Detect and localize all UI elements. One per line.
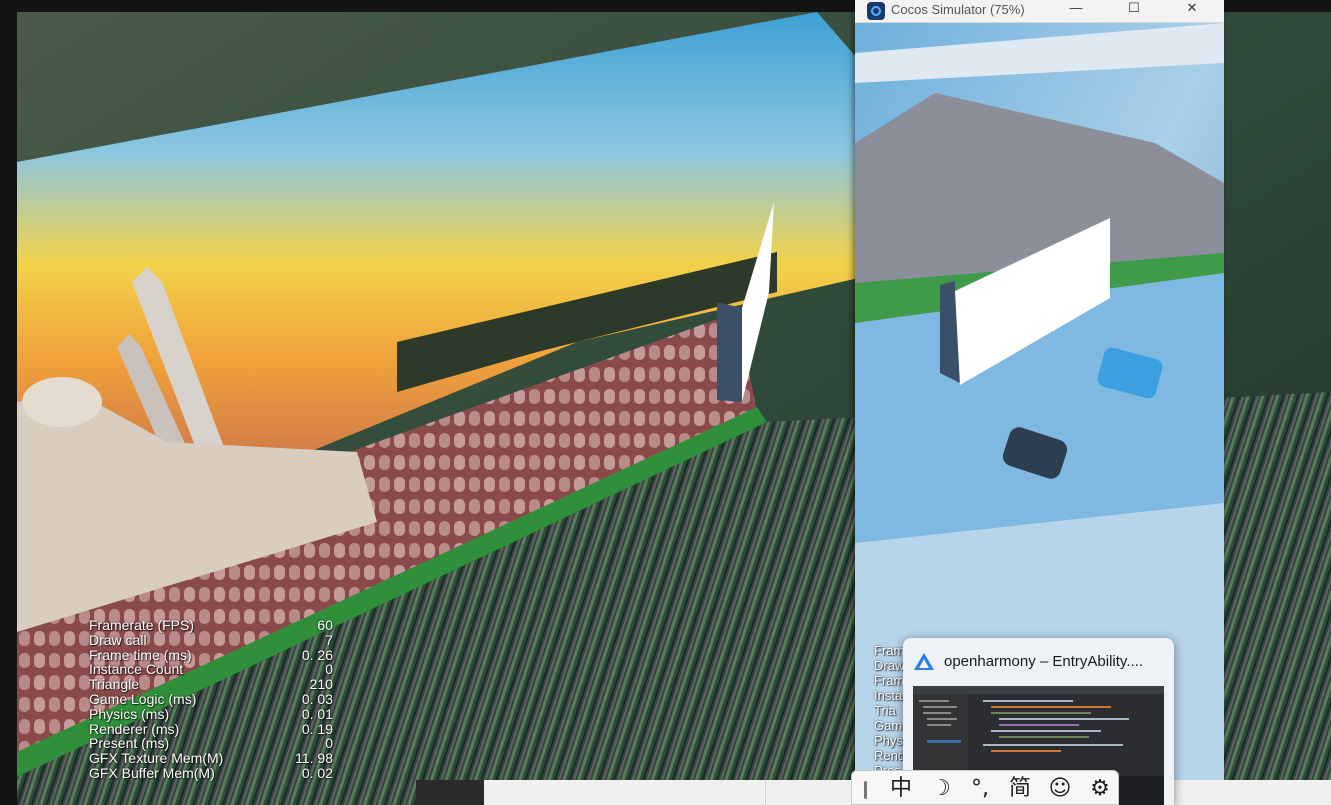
ime-chinese-mode[interactable]: 中 (886, 776, 916, 802)
stats-label: Frame time (ms) (89, 646, 192, 663)
stats-label: Triangle (89, 676, 140, 693)
stats-value: 210 (309, 676, 333, 693)
stats-label: Game Logic (ms) (89, 690, 197, 707)
stats-label: Physics (ms) (89, 705, 170, 722)
stats-value: 60 (317, 617, 333, 633)
stats-value: 7 (325, 631, 333, 648)
stats-label: Tria (874, 703, 896, 718)
simulator-titlebar[interactable]: Cocos Simulator (75%) — ☐ ✕ (855, 0, 1224, 23)
settings-icon[interactable]: ⚙ (1085, 776, 1115, 802)
stats-label: Rend (874, 748, 906, 763)
stats-label: Draw (874, 658, 905, 673)
close-button[interactable]: ✕ (1169, 0, 1215, 22)
stats-label: Instance Count (89, 661, 184, 678)
preview-title: openharmony – EntryAbility.... (944, 653, 1143, 670)
stats-label: Framerate (FPS) (89, 617, 195, 633)
maximize-button[interactable]: ☐ (1111, 0, 1157, 22)
stats-label: Fram (874, 673, 905, 688)
stats-row: Draw call 7 (89, 631, 333, 648)
stats-label: Insta (874, 688, 903, 703)
ime-punctuation[interactable]: °, (965, 776, 995, 802)
stats-label: Gam (874, 718, 903, 733)
cocos-app-icon (867, 2, 885, 20)
stats-value: 0. 02 (301, 764, 333, 781)
deveco-studio-icon (914, 653, 934, 670)
stats-value: 0. 19 (301, 720, 333, 737)
stats-label: Draw call (89, 631, 147, 648)
taskbar-divider (765, 780, 766, 805)
stats-row: Framerate (FPS) 60 (89, 618, 333, 633)
stats-row: GFX Buffer Mem(M) 0. 02 (89, 766, 333, 781)
stats-overlay: Framerate (FPS) 60 Draw call 7 Frame time (m… (89, 618, 333, 781)
emoji-icon[interactable]: ☺ (1045, 776, 1075, 802)
minimize-button[interactable]: — (1053, 0, 1099, 22)
stats-label: Present (ms) (89, 735, 170, 752)
window-title: Cocos Simulator (75%) (891, 2, 1025, 17)
ime-simplified[interactable]: 简 (1005, 776, 1035, 802)
stats-value: 0. 01 (301, 705, 333, 722)
stats-value: 0. 26 (301, 646, 333, 663)
ime-toolbar[interactable]: 中 ☽ °, 简 ☺ ⚙ (851, 770, 1119, 805)
taskbar-app-slot[interactable] (416, 780, 484, 805)
stats-row: Game Logic (ms) 0. 03 (89, 692, 333, 707)
stats-row: Physics (ms) 0. 01 (89, 705, 333, 722)
stats-value: 0 (325, 661, 333, 678)
stats-row: Instance Count 0 (89, 662, 333, 677)
stats-label: GFX Buffer Mem(M) (89, 764, 215, 781)
stats-row: GFX Texture Mem(M) 11. 98 (89, 751, 333, 766)
stats-value: 11. 98 (295, 750, 333, 767)
stats-value: 0. 03 (301, 690, 333, 707)
drag-handle[interactable] (864, 781, 867, 799)
stats-row: Triangle 210 (89, 677, 333, 692)
stats-row: Frame time (ms) 0. 26 (89, 646, 333, 663)
stats-label: Phys (874, 733, 903, 748)
stats-label: GFX Texture Mem(M) (89, 750, 224, 767)
stats-value: 0 (325, 735, 333, 752)
moon-icon[interactable]: ☽ (926, 776, 956, 802)
stats-row: Present (ms) 0 (89, 736, 333, 751)
